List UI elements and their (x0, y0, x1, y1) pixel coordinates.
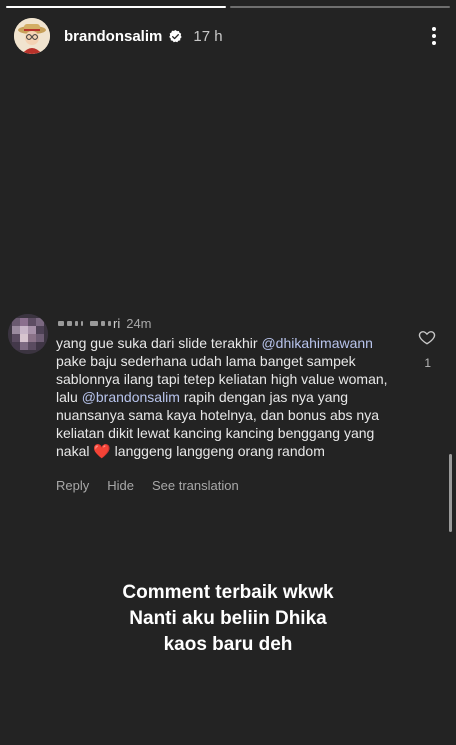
reply-button[interactable]: Reply (56, 478, 89, 493)
caption-line: kaos baru deh (163, 634, 293, 655)
red-heart-emoji: ❤️ (93, 443, 111, 459)
blurred-username (58, 321, 111, 326)
scrollbar[interactable] (449, 454, 452, 532)
comment-text-part: yang gue suka dari slide terakhir (56, 335, 262, 351)
story-caption: Comment terbaik wkwk Nanti aku beliin Dh… (0, 580, 456, 658)
commenter-avatar[interactable] (8, 314, 48, 354)
hide-button[interactable]: Hide (107, 478, 134, 493)
commenter-name[interactable]: ri 24m (58, 316, 152, 331)
commenter-name-visible: ri (113, 316, 121, 331)
comment-text: yang gue suka dari slide terakhir @dhika… (56, 334, 396, 460)
post-time: 17 h (193, 27, 223, 45)
comment-text-part: langgeng langgeng orang random (110, 443, 325, 459)
mention-link[interactable]: @brandonsalim (82, 389, 180, 405)
avatar-illustration (14, 18, 50, 54)
mention-link[interactable]: @dhikahimawann (261, 335, 373, 351)
pixelated-avatar-image (8, 314, 48, 354)
story-progress-segment (6, 6, 226, 8)
see-translation-button[interactable]: See translation (152, 478, 239, 493)
like-count: 1 (424, 356, 431, 370)
heart-outline-icon[interactable] (418, 328, 436, 346)
comment-card: ri 24m yang gue suka dari slide terakhir… (0, 308, 456, 508)
story-progress-bar (6, 6, 450, 8)
avatar[interactable] (14, 18, 50, 54)
caption-line: Nanti aku beliin Dhika (129, 608, 327, 629)
story-progress-segment (230, 6, 450, 8)
story-header: brandonsalim 17 h (14, 18, 444, 54)
username[interactable]: brandonsalim (64, 28, 162, 45)
verified-badge-icon (169, 29, 182, 42)
more-vertical-icon[interactable] (424, 24, 444, 48)
comment-actions: Reply Hide See translation (56, 478, 239, 493)
caption-line: Comment terbaik wkwk (122, 582, 334, 603)
comment-time: 24m (126, 316, 152, 331)
